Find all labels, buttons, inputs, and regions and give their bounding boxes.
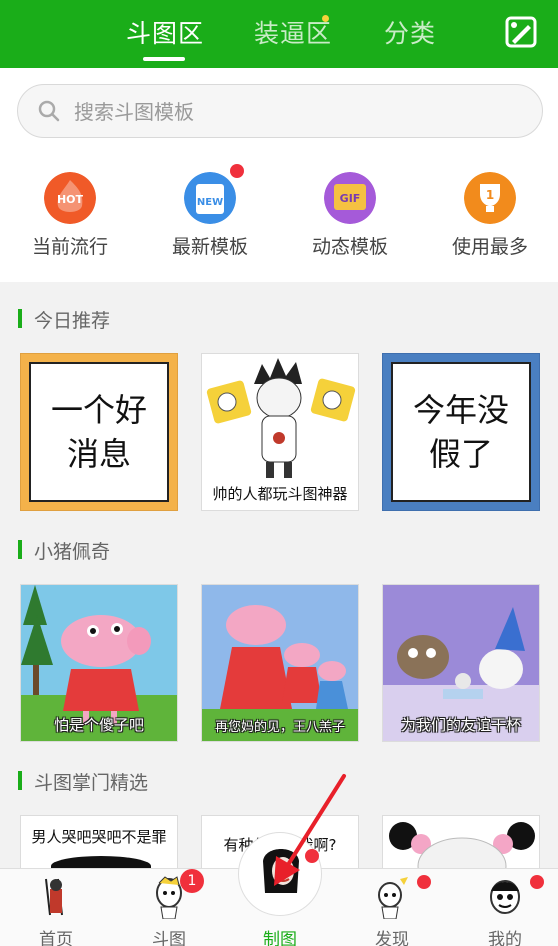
home-icon — [45, 878, 63, 916]
new-icon: NEW — [184, 172, 236, 224]
card-text: 一个好 消息 — [50, 391, 147, 473]
nav-label: 发现 — [375, 930, 409, 946]
avatar — [490, 880, 520, 914]
template-card[interactable]: 为我们的友谊干杯 — [382, 584, 540, 742]
category-label: 当前流行 — [31, 236, 108, 258]
nav-discover[interactable]: 发现 — [347, 869, 437, 946]
template-card[interactable]: 男人哭吧哭吧不是罪 — [20, 815, 178, 875]
section-bar — [18, 540, 22, 559]
template-card[interactable]: 一个好 消息 — [20, 353, 178, 511]
category-gif[interactable]: GIF 动态模板 — [280, 168, 420, 278]
tab-zhuangbi[interactable]: 装逼区 — [254, 14, 332, 50]
svg-text:NEW: NEW — [197, 197, 223, 208]
category-most-used[interactable]: 1 使用最多 — [420, 168, 558, 278]
template-card[interactable]: 帅的人都玩斗图神器 — [201, 353, 359, 511]
template-card[interactable] — [382, 815, 540, 875]
discover-icon — [378, 877, 408, 919]
section-bar — [18, 771, 22, 790]
category-label: 最新模板 — [171, 236, 248, 258]
card-caption: 男人哭吧哭吧不是罪 — [31, 828, 167, 846]
template-card[interactable]: 怕是个傻子吧 — [20, 584, 178, 742]
notification-dot — [417, 875, 431, 889]
nav-label: 斗图 — [152, 930, 186, 946]
category-newest[interactable]: NEW 最新模板 — [140, 164, 280, 278]
nav-home[interactable]: 首页 — [11, 869, 101, 946]
active-tab-indicator — [143, 57, 185, 61]
card-caption: 怕是个傻子吧 — [53, 716, 144, 734]
category-popular[interactable]: HOT 当前流行 — [0, 168, 140, 278]
nav-doutu[interactable]: 1 斗图 — [124, 869, 214, 946]
svg-text:GIF: GIF — [340, 192, 361, 205]
svg-text:HOT: HOT — [57, 193, 84, 206]
card-frame: 一个好 消息 — [29, 362, 169, 502]
nav-mine[interactable]: 我的 — [460, 869, 550, 946]
section-title-text: 今日推荐 — [34, 310, 111, 332]
card-text: 今年没 假了 — [412, 391, 509, 473]
tab-category[interactable]: 分类 — [384, 14, 436, 50]
card-caption: 帅的人都玩斗图神器 — [212, 485, 348, 503]
meme-image — [389, 822, 535, 874]
meme-image — [206, 358, 356, 478]
nav-label: 制图 — [263, 930, 297, 946]
new-dot — [230, 164, 244, 178]
nav-label: 我的 — [488, 930, 522, 946]
search-icon — [38, 100, 60, 122]
badge-count: 1 — [180, 869, 204, 893]
gif-icon: GIF — [324, 172, 376, 224]
section-title-text: 斗图掌门精选 — [34, 772, 149, 794]
trophy-icon: 1 — [464, 172, 516, 224]
search-input[interactable] — [74, 97, 494, 127]
section-bar — [18, 309, 22, 328]
notification-dot — [530, 875, 544, 889]
search-bar[interactable] — [17, 84, 543, 138]
category-row: HOT 当前流行 NEW 最新模板 GIF 动态模板 1 使用最多 — [0, 164, 558, 278]
category-label: 使用最多 — [451, 236, 528, 258]
top-bar: 斗图区 装逼区 分类 — [0, 0, 558, 68]
template-card[interactable]: 再您妈的见，王八羔子 — [201, 584, 359, 742]
section-title-text: 小猪佩奇 — [34, 541, 111, 563]
card-frame: 今年没 假了 — [391, 362, 531, 502]
header-panel: HOT 当前流行 NEW 最新模板 GIF 动态模板 — [0, 68, 558, 282]
card-caption: 再您妈的见，王八羔子 — [214, 720, 345, 735]
new-dot — [322, 15, 329, 22]
category-label: 动态模板 — [311, 236, 388, 258]
tab-doutu[interactable]: 斗图区 — [126, 14, 204, 50]
arrow-annotation — [274, 774, 346, 886]
template-card[interactable]: 今年没 假了 — [382, 353, 540, 511]
nav-label: 首页 — [39, 930, 73, 946]
card-caption: 为我们的友谊干杯 — [400, 716, 521, 734]
edit-icon[interactable] — [503, 14, 539, 50]
hot-icon: HOT — [44, 172, 96, 224]
svg-text:1: 1 — [486, 188, 494, 202]
